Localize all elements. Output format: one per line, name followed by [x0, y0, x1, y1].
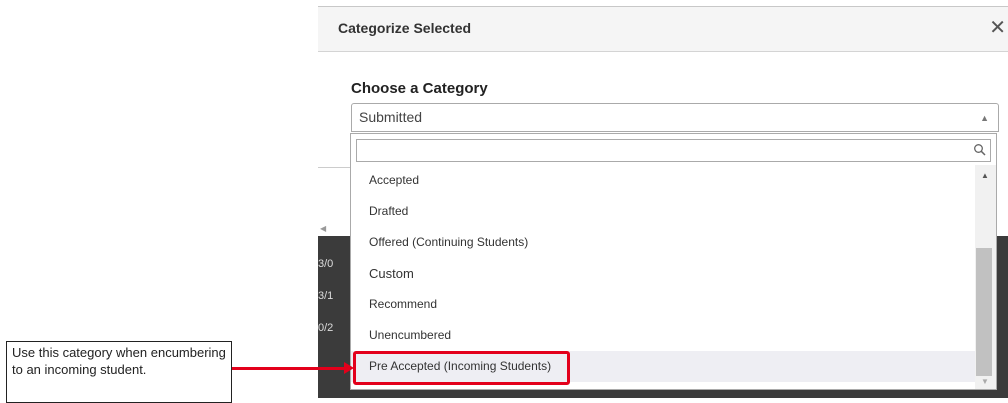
- dropdown-search[interactable]: [356, 139, 991, 162]
- option-drafted[interactable]: Drafted: [351, 196, 975, 227]
- category-selected-value: Submitted: [359, 109, 423, 125]
- caret-up-icon: ▲: [980, 113, 989, 123]
- option-accepted[interactable]: Accepted: [351, 165, 975, 196]
- category-select[interactable]: Submitted ▲: [351, 103, 999, 132]
- category-label: Choose a Category: [351, 80, 488, 97]
- option-offered-continuing[interactable]: Offered (Continuing Students): [351, 227, 975, 258]
- scroll-up-icon[interactable]: ▲: [981, 171, 989, 180]
- modal-header: Categorize Selected ✕: [318, 6, 1008, 52]
- scroll-down-icon[interactable]: ▼: [981, 377, 989, 386]
- annotation-callout: Use this category when encumbering to an…: [6, 341, 232, 403]
- search-icon: [974, 144, 986, 156]
- modal-title: Categorize Selected: [338, 20, 472, 36]
- option-group-custom: Custom: [369, 266, 414, 281]
- option-recommend[interactable]: Recommend: [351, 289, 975, 320]
- scrollbar-thumb[interactable]: [976, 248, 992, 376]
- option-unencumbered[interactable]: Unencumbered: [351, 320, 975, 351]
- annotation-arrow-head: [344, 362, 354, 374]
- dropdown-scrollbar[interactable]: ▲ ▼: [975, 165, 996, 389]
- annotation-arrow-line: [232, 367, 350, 370]
- highlight-annotation-box: [353, 351, 570, 385]
- dropdown-search-input[interactable]: [357, 140, 975, 161]
- close-icon[interactable]: ✕: [989, 16, 1006, 40]
